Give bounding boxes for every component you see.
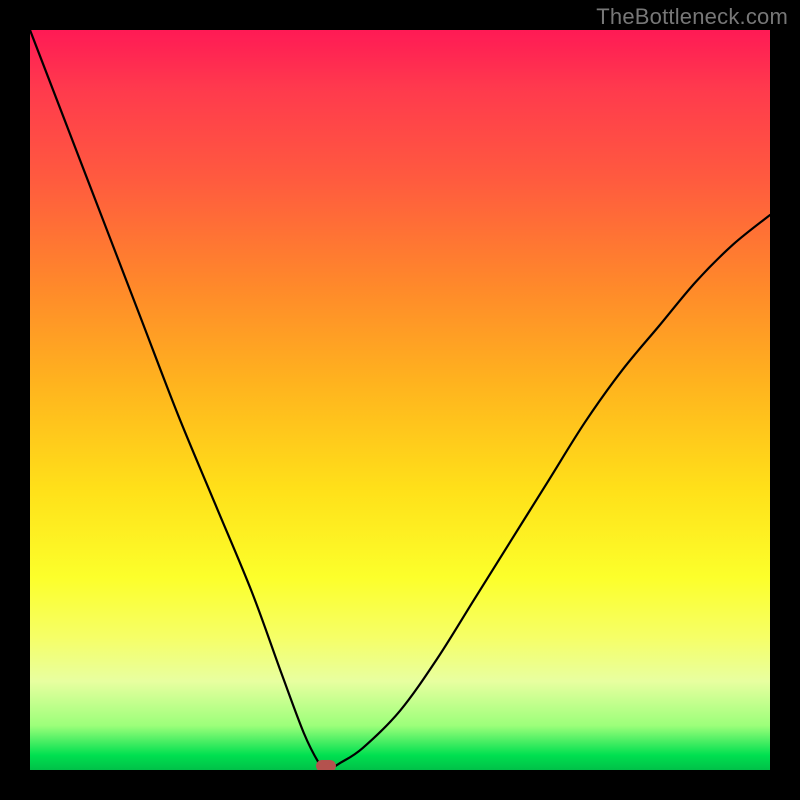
curve-path <box>30 30 770 770</box>
bottleneck-curve <box>30 30 770 770</box>
chart-frame: TheBottleneck.com <box>0 0 800 800</box>
plot-area <box>30 30 770 770</box>
optimal-point-marker <box>316 760 336 770</box>
watermark-text: TheBottleneck.com <box>596 4 788 30</box>
